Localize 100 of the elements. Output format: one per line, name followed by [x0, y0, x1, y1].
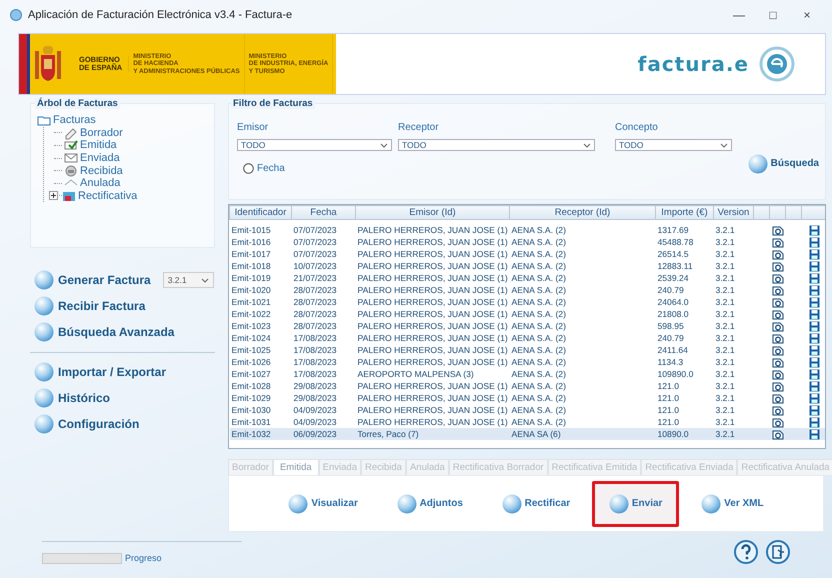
- action-button[interactable]: Adjuntos: [380, 480, 480, 526]
- document-view-icon[interactable]: [772, 356, 784, 368]
- sidebar-action-button[interactable]: Importar / Exportar: [34, 362, 166, 382]
- tree-item[interactable]: Borrador: [80, 126, 123, 139]
- table-cell-text: Emit-1022: [230, 308, 272, 320]
- document-view-icon[interactable]: [772, 428, 784, 440]
- sidebar-action-button[interactable]: Configuración: [34, 414, 140, 434]
- document-view-icon[interactable]: [772, 260, 784, 272]
- table-row[interactable]: Emit-1015 07/07/2023 PALERO HERREROS, JUAN JOSE (1) AENA S.A. (2) 1317.69 3.2.1: [230, 224, 825, 236]
- save-icon[interactable]: [809, 416, 820, 428]
- table-cell-text: 3.2.1: [714, 284, 736, 296]
- sidebar-action-button[interactable]: Búsqueda Avanzada: [34, 322, 174, 342]
- save-icon[interactable]: [809, 392, 820, 404]
- filter-select[interactable]: TODO: [615, 139, 732, 151]
- table-row[interactable]: Emit-1022 28/07/2023 PALERO HERREROS, JUAN JOSE (1) AENA S.A. (2) 21808.0 3.2.1: [230, 308, 825, 320]
- table-row[interactable]: Emit-1019 21/07/2023 PALERO HERREROS, JUAN JOSE (1) AENA S.A. (2) 2539.24 3.2.1: [230, 272, 825, 284]
- save-icon[interactable]: [809, 308, 820, 320]
- column-header[interactable]: Identificador: [230, 206, 292, 220]
- sidebar-action-button[interactable]: Generar Factura: [34, 270, 151, 290]
- save-icon[interactable]: [809, 368, 820, 380]
- tree-item[interactable]: Emitida: [80, 139, 117, 152]
- save-icon[interactable]: [809, 344, 820, 356]
- tree-item[interactable]: Rectificativa: [78, 190, 138, 202]
- help-icon[interactable]: [734, 540, 758, 564]
- table-cell-text: AENA S.A. (2): [510, 248, 567, 260]
- tree-item[interactable]: Recibida: [80, 164, 123, 177]
- window-control[interactable]: □: [756, 8, 790, 22]
- table-row[interactable]: Emit-1026 17/08/2023 PALERO HERREROS, JUAN JOSE (1) AENA S.A. (2) 1134.3 3.2.1: [230, 356, 825, 368]
- sidebar-action-button[interactable]: Recibir Factura: [34, 296, 146, 316]
- save-icon[interactable]: [809, 404, 820, 416]
- expand-toggle-icon[interactable]: [49, 191, 58, 200]
- save-icon[interactable]: [809, 380, 820, 392]
- table-cell-text: 3.2.1: [714, 320, 736, 332]
- table-row[interactable]: Emit-1021 28/07/2023 PALERO HERREROS, JUAN JOSE (1) AENA S.A. (2) 24064.0 3.2.1: [230, 296, 825, 308]
- document-view-icon[interactable]: [772, 368, 784, 380]
- save-icon[interactable]: [809, 224, 820, 236]
- action-button[interactable]: Rectificar: [484, 480, 588, 526]
- table-cell-text: AENA S.A. (2): [510, 236, 567, 248]
- action-button[interactable]: Enviar: [592, 480, 680, 526]
- table-row[interactable]: Emit-1030 04/09/2023 PALERO HERREROS, JUAN JOSE (1) AENA S.A. (2) 121.0 3.2.1: [230, 404, 825, 416]
- column-header[interactable]: Emisor (Id): [356, 206, 510, 220]
- column-header[interactable]: Receptor (Id): [510, 206, 656, 220]
- document-view-icon[interactable]: [772, 236, 784, 248]
- tree-item[interactable]: Anulada: [80, 177, 120, 190]
- radio-button[interactable]: [243, 163, 254, 174]
- version-select[interactable]: 3.2.1: [162, 272, 214, 288]
- document-view-icon[interactable]: [772, 380, 784, 392]
- document-view-icon[interactable]: [772, 272, 784, 284]
- save-icon[interactable]: [809, 272, 820, 284]
- table-row[interactable]: Emit-1031 04/09/2023 PALERO HERREROS, JUAN JOSE (1) AENA S.A. (2) 121.0 3.2.1: [230, 416, 825, 428]
- table-row[interactable]: Emit-1018 10/07/2023 PALERO HERREROS, JUAN JOSE (1) AENA S.A. (2) 12883.11 3.2.1: [230, 260, 825, 272]
- save-icon[interactable]: [809, 320, 820, 332]
- tree-item[interactable]: Enviada: [80, 152, 120, 164]
- document-view-icon[interactable]: [772, 248, 784, 260]
- table-cell-text: 3.2.1: [714, 344, 736, 356]
- document-view-icon[interactable]: [772, 344, 784, 356]
- table-row[interactable]: Emit-1016 07/07/2023 PALERO HERREROS, JUAN JOSE (1) AENA S.A. (2) 45488.78 3.2.1: [230, 236, 825, 248]
- document-view-icon[interactable]: [772, 320, 784, 332]
- action-button[interactable]: Visualizar: [271, 480, 375, 526]
- save-icon[interactable]: [809, 236, 820, 248]
- document-view-icon[interactable]: [772, 332, 784, 344]
- document-view-icon[interactable]: [772, 392, 784, 404]
- save-icon[interactable]: [809, 332, 820, 344]
- table-row[interactable]: Emit-1025 17/08/2023 PALERO HERREROS, JUAN JOSE (1) AENA S.A. (2) 2411.64 3.2.1: [230, 344, 825, 356]
- save-icon[interactable]: [809, 296, 820, 308]
- save-icon[interactable]: [809, 356, 820, 368]
- table-row[interactable]: Emit-1032 06/09/2023 Torres, Paco (7) AENA SA (6) 10890.0 3.2.1: [230, 428, 825, 440]
- table-row[interactable]: Emit-1029 29/08/2023 PALERO HERREROS, JUAN JOSE (1) AENA S.A. (2) 121.0 3.2.1: [230, 392, 825, 404]
- table-cell-text: 3.2.1: [714, 392, 736, 404]
- document-view-icon[interactable]: [772, 416, 784, 428]
- document-view-icon[interactable]: [772, 308, 784, 320]
- save-icon[interactable]: [809, 284, 820, 296]
- table-cell-text: PALERO HERREROS, JUAN JOSE (1): [356, 236, 509, 248]
- table-row[interactable]: Emit-1020 28/07/2023 PALERO HERREROS, JUAN JOSE (1) AENA S.A. (2) 240.79 3.2.1: [230, 284, 825, 296]
- document-view-icon[interactable]: [772, 404, 784, 416]
- table-row[interactable]: Emit-1024 17/08/2023 PALERO HERREROS, JUAN JOSE (1) AENA S.A. (2) 240.79 3.2.1: [230, 332, 825, 344]
- action-button[interactable]: Ver XML: [684, 480, 781, 526]
- table-row[interactable]: Emit-1028 29/08/2023 PALERO HERREROS, JUAN JOSE (1) AENA S.A. (2) 121.0 3.2.1: [230, 380, 825, 392]
- window-control[interactable]: —: [722, 8, 756, 22]
- table-cell-text: 3.2.1: [714, 356, 736, 368]
- sidebar-action-button[interactable]: Histórico: [34, 388, 110, 408]
- table-row[interactable]: Emit-1023 28/07/2023 PALERO HERREROS, JUAN JOSE (1) AENA S.A. (2) 598.95 3.2.1: [230, 320, 825, 332]
- save-icon[interactable]: [809, 248, 820, 260]
- document-view-icon[interactable]: [772, 284, 784, 296]
- window-control[interactable]: ×: [790, 8, 824, 22]
- save-icon[interactable]: [809, 260, 820, 272]
- table-cell-text: AENA S.A. (2): [510, 392, 567, 404]
- document-view-icon[interactable]: [772, 296, 784, 308]
- search-button[interactable]: Búsqueda: [748, 154, 819, 174]
- tree-item[interactable]: Facturas: [53, 114, 96, 126]
- column-header[interactable]: Fecha: [292, 206, 356, 220]
- column-header[interactable]: Version: [714, 206, 754, 220]
- exit-icon[interactable]: [766, 540, 790, 564]
- filter-select[interactable]: TODO: [237, 139, 392, 151]
- save-icon[interactable]: [809, 428, 820, 440]
- column-header[interactable]: Importe (€): [656, 206, 714, 220]
- filter-select[interactable]: TODO: [398, 139, 595, 151]
- table-row[interactable]: Emit-1027 17/08/2023 AEROPORTO MALPENSA (3) AENA S.A. (2) 109890.0 3.2.1: [230, 368, 825, 380]
- table-row[interactable]: Emit-1017 07/07/2023 PALERO HERREROS, JUAN JOSE (1) AENA S.A. (2) 26514.5 3.2.1: [230, 248, 825, 260]
- document-view-icon[interactable]: [772, 224, 784, 236]
